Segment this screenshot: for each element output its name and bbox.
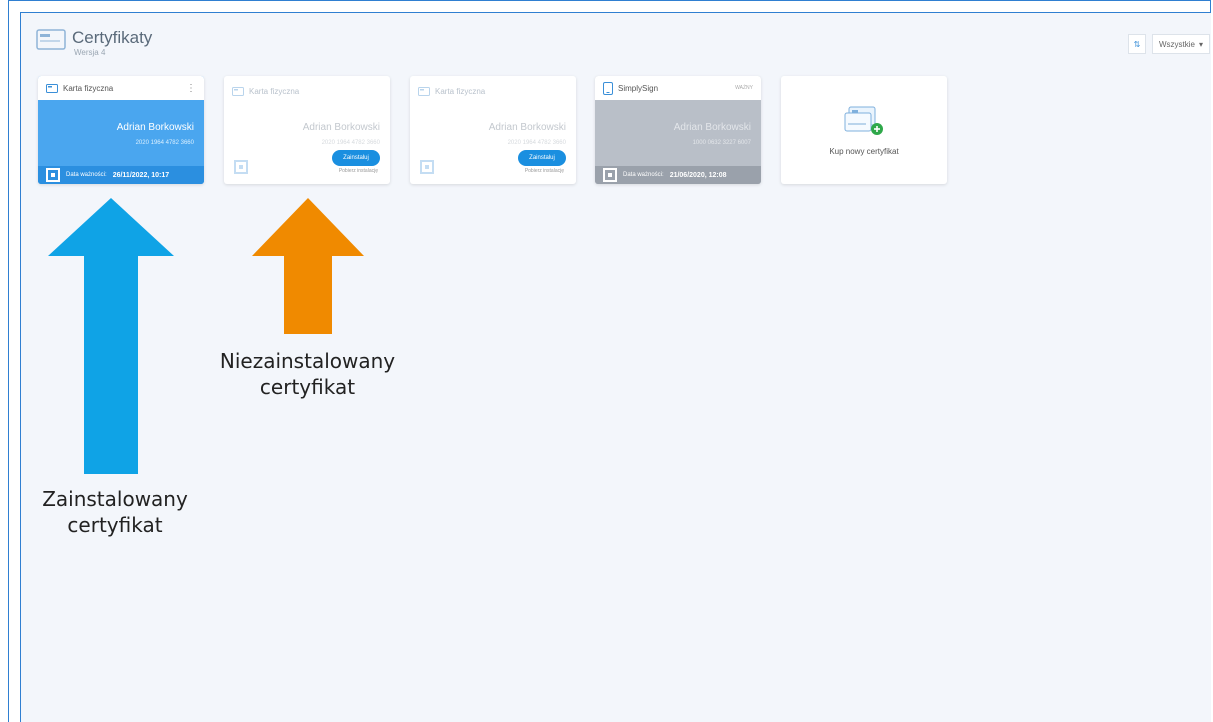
validity-value: 26/11/2022, 10:17	[112, 171, 170, 179]
qr-icon	[234, 160, 248, 174]
page-subtitle: Wersja 4	[74, 48, 106, 57]
card-number: 2020 1964 4782 3660	[135, 140, 194, 146]
card-header: Karta fizyczna ⋮	[38, 76, 204, 100]
qr-icon	[420, 160, 434, 174]
sort-icon[interactable]: ⇅	[1128, 34, 1146, 54]
buy-new-certificate-label: Kup nowy certyfikat	[829, 146, 899, 156]
card-number: 2020 1964 4782 3660	[321, 140, 380, 146]
chevron-down-icon: ▾	[1199, 39, 1204, 49]
card-owner-name: Adrian Borkowski	[488, 122, 566, 133]
download-installer-link[interactable]: Pobierz instalację	[525, 168, 564, 174]
certificates-logo-icon	[36, 29, 66, 50]
card-type: Karta fizyczna	[249, 86, 300, 96]
card-header: Karta fizyczna	[232, 84, 382, 98]
card-header: SimplySign WAŻNY	[595, 76, 761, 100]
install-button[interactable]: Zainstaluj	[332, 150, 380, 166]
validity-label: Data ważności:	[66, 172, 107, 178]
installed-annotation-line2: certyfikat	[67, 513, 163, 537]
qr-icon	[603, 168, 617, 182]
card-number: 1000 0632 3227 6007	[692, 140, 751, 146]
validity-value: 21/06/2020, 12:08	[669, 171, 727, 179]
phone-icon	[603, 81, 613, 95]
add-certificate-icon	[844, 106, 883, 135]
card-type: Karta fizyczna	[63, 83, 114, 93]
card-validity: Data ważności: 21/06/2020, 12:08	[595, 166, 761, 184]
card-validity: Data ważności: 26/11/2022, 10:17	[38, 166, 204, 184]
card-icon	[232, 86, 244, 96]
status-badge: WAŻNY	[735, 85, 753, 91]
install-button[interactable]: Zainstaluj	[518, 150, 566, 166]
card-owner-name: Adrian Borkowski	[116, 122, 194, 133]
filter-selected-value: Wszystkie	[1159, 39, 1195, 49]
installed-arrow-icon	[48, 198, 174, 474]
more-menu-icon[interactable]: ⋮	[186, 83, 196, 94]
certificate-card-installed[interactable]: Karta fizyczna ⋮ Adrian Borkowski 2020 1…	[38, 76, 204, 184]
not-installed-annotation: Niezainstalowany certyfikat	[200, 348, 415, 400]
validity-label: Data ważności:	[623, 172, 664, 178]
buy-new-certificate-card[interactable]: Kup nowy certyfikat	[781, 76, 947, 184]
installed-annotation-line1: Zainstalowany	[42, 487, 188, 511]
card-owner-name: Adrian Borkowski	[673, 122, 751, 133]
card-number: 2020 1964 4782 3660	[507, 140, 566, 146]
installed-annotation: Zainstalowany certyfikat	[20, 486, 210, 538]
download-installer-link[interactable]: Pobierz instalację	[339, 168, 378, 174]
card-header: Karta fizyczna	[418, 84, 568, 98]
certificate-card-simplysign[interactable]: SimplySign WAŻNY Adrian Borkowski 1000 0…	[595, 76, 761, 184]
not-installed-annotation-line1: Niezainstalowany	[219, 349, 396, 373]
not-installed-arrow-icon	[252, 198, 364, 334]
filter-select[interactable]: Wszystkie ▾	[1152, 34, 1210, 54]
certificate-card-not-installed-2[interactable]: Karta fizyczna Adrian Borkowski 2020 196…	[410, 76, 576, 184]
card-icon	[46, 83, 58, 93]
qr-icon	[46, 168, 60, 182]
not-installed-annotation-line2: certyfikat	[259, 375, 356, 399]
filter-bar: ⇅ Wszystkie ▾	[1128, 34, 1210, 54]
page-title: Certyfikaty	[72, 28, 153, 47]
card-type: Karta fizyczna	[435, 86, 486, 96]
card-icon	[418, 86, 430, 96]
card-owner-name: Adrian Borkowski	[302, 122, 380, 133]
certificate-card-not-installed[interactable]: Karta fizyczna Adrian Borkowski 2020 196…	[224, 76, 390, 184]
card-type: SimplySign	[618, 83, 659, 93]
